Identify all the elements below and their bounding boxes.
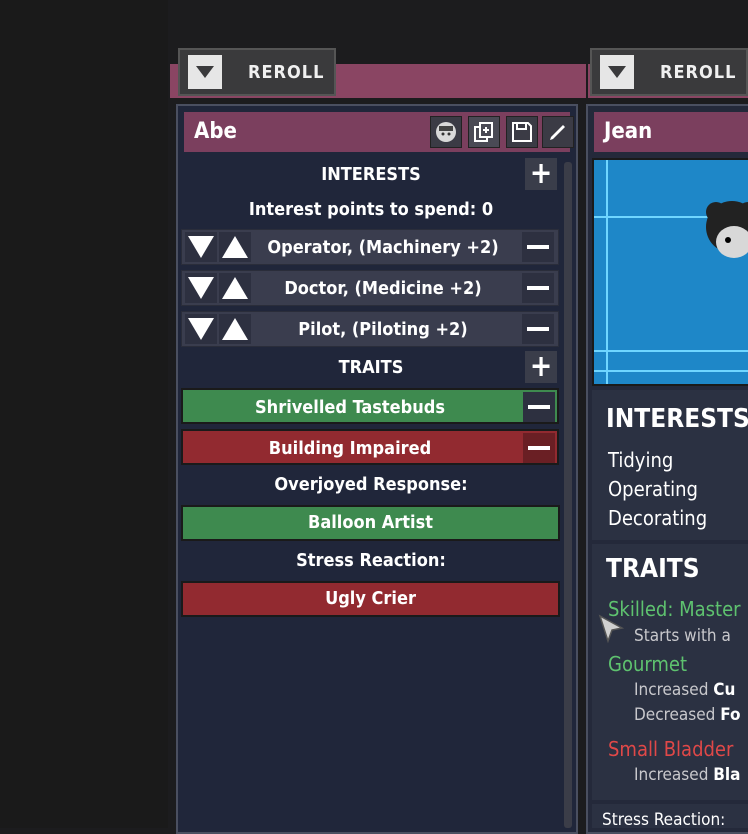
overjoyed-value[interactable]: Balloon Artist [181,505,560,541]
mouse-cursor-icon [598,614,625,644]
save-icon[interactable] [506,116,538,148]
chevron-down-icon[interactable] [600,55,634,89]
trait-row-positive: Shrivelled Tastebuds [181,388,559,424]
duplicant-name: Abe [194,119,237,144]
interest-item: Tidying [608,448,674,472]
trait-name: Gourmet [608,652,688,676]
trait-desc: Increased Cu [634,680,736,700]
duplicant-portrait [592,158,748,386]
trait-label: Shrivelled Tastebuds [255,397,445,418]
remove-interest-button[interactable] [522,232,554,262]
traits-title: TRAITS [338,357,404,378]
remove-interest-button[interactable] [522,314,554,344]
panel-header: Abe [184,112,574,152]
trait-desc: Starts with a [634,626,731,646]
reroll-label: REROLL [660,61,737,83]
add-trait-button[interactable] [525,351,557,383]
copy-icon[interactable] [468,116,500,148]
reroll-label: REROLL [248,61,325,83]
stress-value[interactable]: Ugly Crier [181,581,560,617]
interests-title: INTERESTS [606,404,748,434]
arrow-up-icon[interactable] [219,232,251,262]
interest-item: Operating [608,477,698,501]
face-icon[interactable] [430,116,462,148]
stress-label: Stress Reaction: [296,550,446,571]
arrow-down-icon[interactable] [185,314,217,344]
arrow-up-icon[interactable] [219,314,251,344]
trait-desc: Increased Bla [634,765,741,785]
scrollbar[interactable] [564,162,572,828]
overjoyed-label: Overjoyed Response: [274,474,468,495]
remove-trait-button[interactable] [523,392,555,422]
trait-name: Skilled: Master [608,597,741,621]
interest-label: Pilot, (Piloting +2) [298,319,468,340]
stress-label: Stress Reaction: [602,810,726,830]
chevron-down-icon[interactable] [188,55,222,89]
remove-interest-button[interactable] [522,273,554,303]
duplicant-name: Jean [604,119,653,144]
trait-name: Small Bladder [608,737,734,761]
arrow-up-icon[interactable] [219,273,251,303]
add-interest-button[interactable] [525,158,557,190]
interest-row: Pilot, (Piloting +2) [181,311,559,347]
pencil-icon[interactable] [542,116,574,148]
trait-desc: Decreased Fo [634,705,741,725]
interest-points: Interest points to spend: 0 [248,199,494,220]
arrow-down-icon[interactable] [185,273,217,303]
arrow-down-icon[interactable] [185,232,217,262]
traits-title: TRAITS [606,554,700,584]
remove-trait-button[interactable] [523,433,555,463]
interests-title: INTERESTS [321,164,421,185]
interest-row: Doctor, (Medicine +2) [181,270,559,306]
reroll-button-jean[interactable]: REROLL [590,48,748,96]
reroll-button-abe[interactable]: REROLL [178,48,336,96]
trait-row-negative: Building Impaired [181,429,559,465]
interest-label: Operator, (Machinery +2) [267,237,499,258]
interest-label: Doctor, (Medicine +2) [284,278,482,299]
background-map [0,0,168,828]
interest-item: Decorating [608,506,708,530]
trait-label: Building Impaired [268,438,432,459]
panel-header: Jean [594,112,748,152]
interest-row: Operator, (Machinery +2) [181,229,559,265]
